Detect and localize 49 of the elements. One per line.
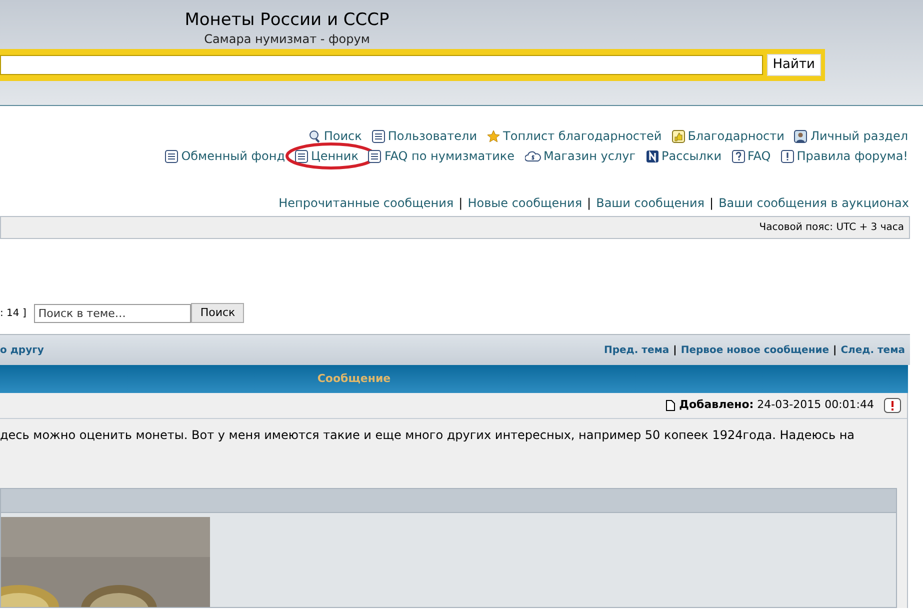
- topic-nav-link[interactable]: Первое новое сообщение: [680, 342, 830, 358]
- separator: |: [832, 344, 838, 358]
- site-subtitle: Самара нумизмат - форум: [204, 31, 370, 47]
- search-icon: [308, 130, 321, 142]
- post-date: Добавлено: 24-03-2015 00:01:44: [679, 397, 874, 414]
- topic-nav-link[interactable]: След. тема: [840, 342, 905, 358]
- user-icon: [794, 130, 808, 142]
- page-count: : 14 ]: [0, 306, 26, 320]
- separator: |: [708, 195, 715, 211]
- separator: |: [672, 344, 678, 358]
- topic-search-field[interactable]: Поиск в теме…: [34, 304, 192, 322]
- post-text: десь можно оценить монеты. Вот у меня имеются такие и еще много других интересных, например 50 копеек 1924года. Надеюсь на: [0, 427, 856, 443]
- nav-link[interactable]: Топлист благодарностей: [487, 128, 662, 144]
- list-icon: [368, 150, 382, 162]
- nav-link[interactable]: Магазин услуг: [524, 148, 636, 164]
- nav-link[interactable]: Обменный фонд: [165, 148, 286, 164]
- nav-link[interactable]: Благодарности: [672, 128, 784, 144]
- list-icon: [165, 150, 178, 162]
- list-icon: [372, 130, 385, 142]
- post-header-title: Сообщение: [317, 370, 391, 387]
- nav-link[interactable]: Пользователи: [372, 128, 478, 144]
- timezone-text: Часовой пояс: UTC + 3 часа: [759, 221, 904, 235]
- messages-link[interactable]: Новые сообщения: [468, 195, 582, 211]
- separator: |: [586, 195, 592, 211]
- topic-nav-link[interactable]: Пред. тема: [604, 342, 670, 358]
- messages-link[interactable]: Ваши сообщения в аукционах: [718, 195, 909, 211]
- report-icon: [884, 398, 901, 413]
- messages-link[interactable]: Ваши сообщения: [596, 195, 705, 211]
- send-to-friend-link[interactable]: о другу: [0, 342, 44, 358]
- search-field[interactable]: [0, 55, 763, 75]
- messages-link[interactable]: Непрочитанные сообщения: [278, 195, 454, 211]
- exclamation-icon: [780, 150, 794, 162]
- nav-link[interactable]: Рассылки: [646, 148, 722, 164]
- star-icon: [487, 130, 500, 142]
- help-icon: [732, 150, 744, 162]
- nav-link[interactable]: FAQ: [732, 148, 771, 164]
- document-icon: [666, 400, 676, 411]
- site-title: Монеты России и СССР: [184, 9, 390, 31]
- nav-link[interactable]: FAQ по нумизматике: [368, 148, 515, 164]
- thumbs-up-icon: [672, 130, 685, 142]
- separator: |: [458, 195, 464, 211]
- nav-link[interactable]: Поиск: [308, 128, 362, 144]
- search-button[interactable]: Найти: [766, 54, 821, 76]
- list-icon: [295, 150, 308, 162]
- cloud-dollar-icon: [524, 150, 541, 162]
- nav-link[interactable]: Правила форума!: [780, 148, 908, 164]
- nav-link[interactable]: Личный раздел: [794, 128, 908, 144]
- topic-search-button[interactable]: Поиск: [191, 303, 244, 323]
- n-square-icon: [646, 150, 659, 162]
